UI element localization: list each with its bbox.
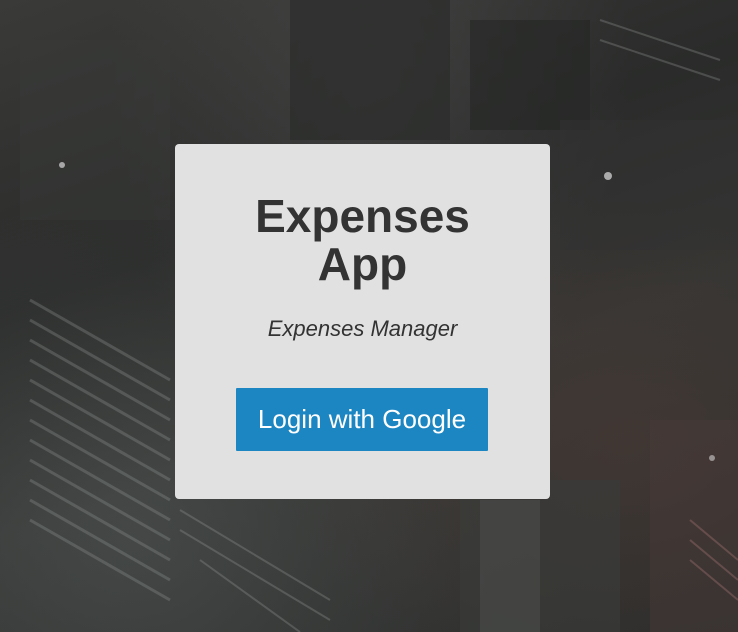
- app-title-line2: App: [317, 238, 408, 290]
- login-card: Expenses App Expenses Manager Login with…: [175, 144, 550, 499]
- login-with-google-button[interactable]: Login with Google: [236, 388, 488, 451]
- app-title: Expenses App: [175, 192, 550, 288]
- app-subtitle: Expenses Manager: [267, 316, 458, 341]
- app-title-line1: Expenses: [255, 190, 470, 242]
